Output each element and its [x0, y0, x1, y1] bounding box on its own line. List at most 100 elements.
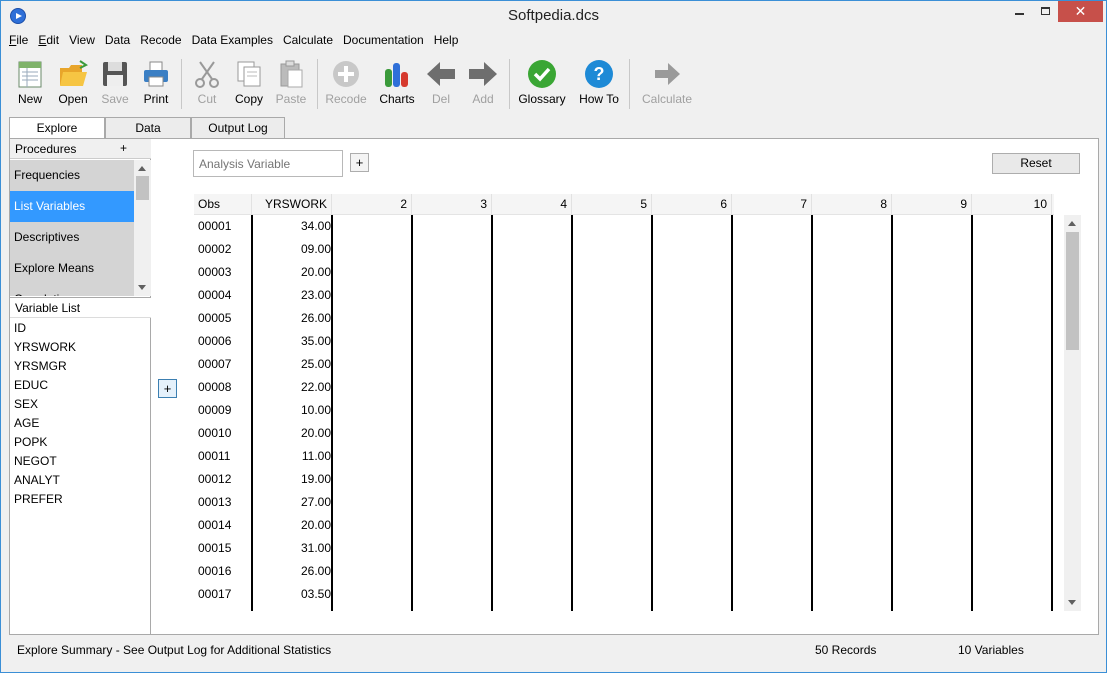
yrswork-cell[interactable]: 03.50 [254, 583, 331, 606]
add-button[interactable]: Add [465, 55, 501, 111]
close-button[interactable]: ✕ [1058, 1, 1103, 22]
scroll-up-icon[interactable] [1068, 221, 1076, 226]
variable-item[interactable]: ANALYT [10, 471, 151, 490]
yrswork-cell[interactable]: 25.00 [254, 353, 331, 376]
column-header[interactable]: YRSWORK [252, 194, 332, 215]
table-row[interactable]: 00014 20.00 [194, 514, 1052, 537]
yrswork-cell[interactable]: 20.00 [254, 514, 331, 537]
table-row[interactable]: 00015 31.00 [194, 537, 1052, 560]
table-row[interactable]: 00007 25.00 [194, 353, 1052, 376]
menu-view[interactable]: View [69, 33, 95, 47]
calculate-button[interactable]: Calculate [642, 55, 692, 111]
table-row[interactable]: 00017 03.50 [194, 583, 1052, 606]
charts-button[interactable]: Charts [377, 55, 417, 111]
menu-help[interactable]: Help [434, 33, 459, 47]
column-header[interactable]: 6 [652, 194, 732, 215]
menu-data-examples[interactable]: Data Examples [192, 33, 273, 47]
table-row[interactable]: 00016 26.00 [194, 560, 1052, 583]
window-title: Softpedia.dcs [508, 7, 599, 24]
add-procedure-button[interactable]: + [120, 141, 127, 155]
variable-item[interactable]: NEGOT [10, 452, 151, 471]
status-summary: Explore Summary - See Output Log for Add… [17, 643, 332, 657]
column-header[interactable]: Obs [194, 194, 252, 215]
table-row[interactable]: 00013 27.00 [194, 491, 1052, 514]
yrswork-cell[interactable]: 09.00 [254, 238, 331, 261]
yrswork-cell[interactable]: 35.00 [254, 330, 331, 353]
table-row[interactable]: 00004 23.00 [194, 284, 1052, 307]
variable-item[interactable]: POPK [10, 433, 151, 452]
reset-button[interactable]: Reset [992, 153, 1080, 174]
column-header[interactable]: 8 [812, 194, 892, 215]
procedures-scrollbar[interactable] [134, 160, 151, 296]
procedure-item-explore-means[interactable]: Explore Means [10, 253, 134, 284]
scroll-down-icon[interactable] [138, 285, 146, 290]
menu-documentation[interactable]: Documentation [343, 33, 424, 47]
how-to-button[interactable]: ? How To [577, 55, 621, 111]
procedure-item-list-variables[interactable]: List Variables [10, 191, 134, 222]
menu-edit[interactable]: Edit [38, 33, 59, 47]
table-row[interactable]: 00010 20.00 [194, 422, 1052, 445]
column-header[interactable]: 5 [572, 194, 652, 215]
column-header[interactable]: 10 [972, 194, 1052, 215]
glossary-button[interactable]: Glossary [518, 55, 566, 111]
yrswork-cell[interactable]: 19.00 [254, 468, 331, 491]
yrswork-cell[interactable]: 26.00 [254, 307, 331, 330]
table-row[interactable]: 00008 22.00 [194, 376, 1052, 399]
variable-item[interactable]: YRSWORK [10, 338, 151, 357]
table-row[interactable]: 00006 35.00 [194, 330, 1052, 353]
print-button[interactable]: Print [137, 55, 175, 111]
table-row[interactable]: 00002 09.00 [194, 238, 1052, 261]
variable-item[interactable]: YRSMGR [10, 357, 151, 376]
menu-calculate[interactable]: Calculate [283, 33, 333, 47]
variable-item[interactable]: SEX [10, 395, 151, 414]
yrswork-cell[interactable]: 34.00 [254, 215, 331, 238]
yrswork-cell[interactable]: 31.00 [254, 537, 331, 560]
table-row[interactable]: 00009 10.00 [194, 399, 1052, 422]
tab-data[interactable]: Data [105, 117, 191, 139]
table-row[interactable]: 00011 11.00 [194, 445, 1052, 468]
column-header[interactable]: 9 [892, 194, 972, 215]
yrswork-cell[interactable]: 20.00 [254, 422, 331, 445]
menu-data[interactable]: Data [105, 33, 130, 47]
tab-output-log[interactable]: Output Log [191, 117, 285, 139]
variable-item[interactable]: AGE [10, 414, 151, 433]
scroll-down-icon[interactable] [1068, 600, 1076, 605]
yrswork-cell[interactable]: 23.00 [254, 284, 331, 307]
minimize-button[interactable] [1006, 1, 1032, 22]
menu-file[interactable]: File [9, 33, 28, 47]
maximize-button[interactable] [1032, 1, 1058, 22]
table-row[interactable]: 00001 34.00 [194, 215, 1052, 238]
column-header[interactable]: 7 [732, 194, 812, 215]
menu-recode[interactable]: Recode [140, 33, 181, 47]
yrswork-cell[interactable]: 27.00 [254, 491, 331, 514]
column-header[interactable]: 3 [412, 194, 492, 215]
procedures-title: Procedures [15, 142, 77, 156]
procedure-item-correlation[interactable]: Correlation [10, 284, 134, 296]
variable-item[interactable]: PREFER [10, 490, 151, 509]
procedure-item-descriptives[interactable]: Descriptives [10, 222, 134, 253]
yrswork-cell[interactable]: 20.00 [254, 261, 331, 284]
grid-scrollbar[interactable] [1064, 215, 1081, 611]
procedure-item-frequencies[interactable]: Frequencies [10, 160, 134, 191]
tab-explore[interactable]: Explore [9, 117, 105, 140]
variable-item[interactable]: ID [10, 319, 151, 338]
column-header[interactable]: 4 [492, 194, 572, 215]
add-variable-button[interactable]: + [158, 379, 177, 398]
column-header[interactable]: 2 [332, 194, 412, 215]
recode-button[interactable]: Recode [325, 55, 367, 111]
scroll-thumb[interactable] [1066, 232, 1079, 350]
table-row[interactable]: 00005 26.00 [194, 307, 1052, 330]
del-button[interactable]: Del [423, 55, 459, 111]
analysis-variable-input[interactable] [193, 150, 343, 177]
scroll-up-icon[interactable] [138, 166, 146, 171]
variable-item[interactable]: EDUC [10, 376, 151, 395]
yrswork-cell[interactable]: 26.00 [254, 560, 331, 583]
yrswork-cell[interactable]: 10.00 [254, 399, 331, 422]
table-row[interactable]: 00012 19.00 [194, 468, 1052, 491]
add-analysis-variable-button[interactable]: + [350, 153, 369, 172]
yrswork-cell[interactable]: 22.00 [254, 376, 331, 399]
yrswork-cell[interactable]: 11.00 [254, 445, 331, 468]
paste-button[interactable]: Paste [273, 55, 309, 111]
table-row[interactable]: 00003 20.00 [194, 261, 1052, 284]
scroll-thumb[interactable] [136, 176, 149, 200]
